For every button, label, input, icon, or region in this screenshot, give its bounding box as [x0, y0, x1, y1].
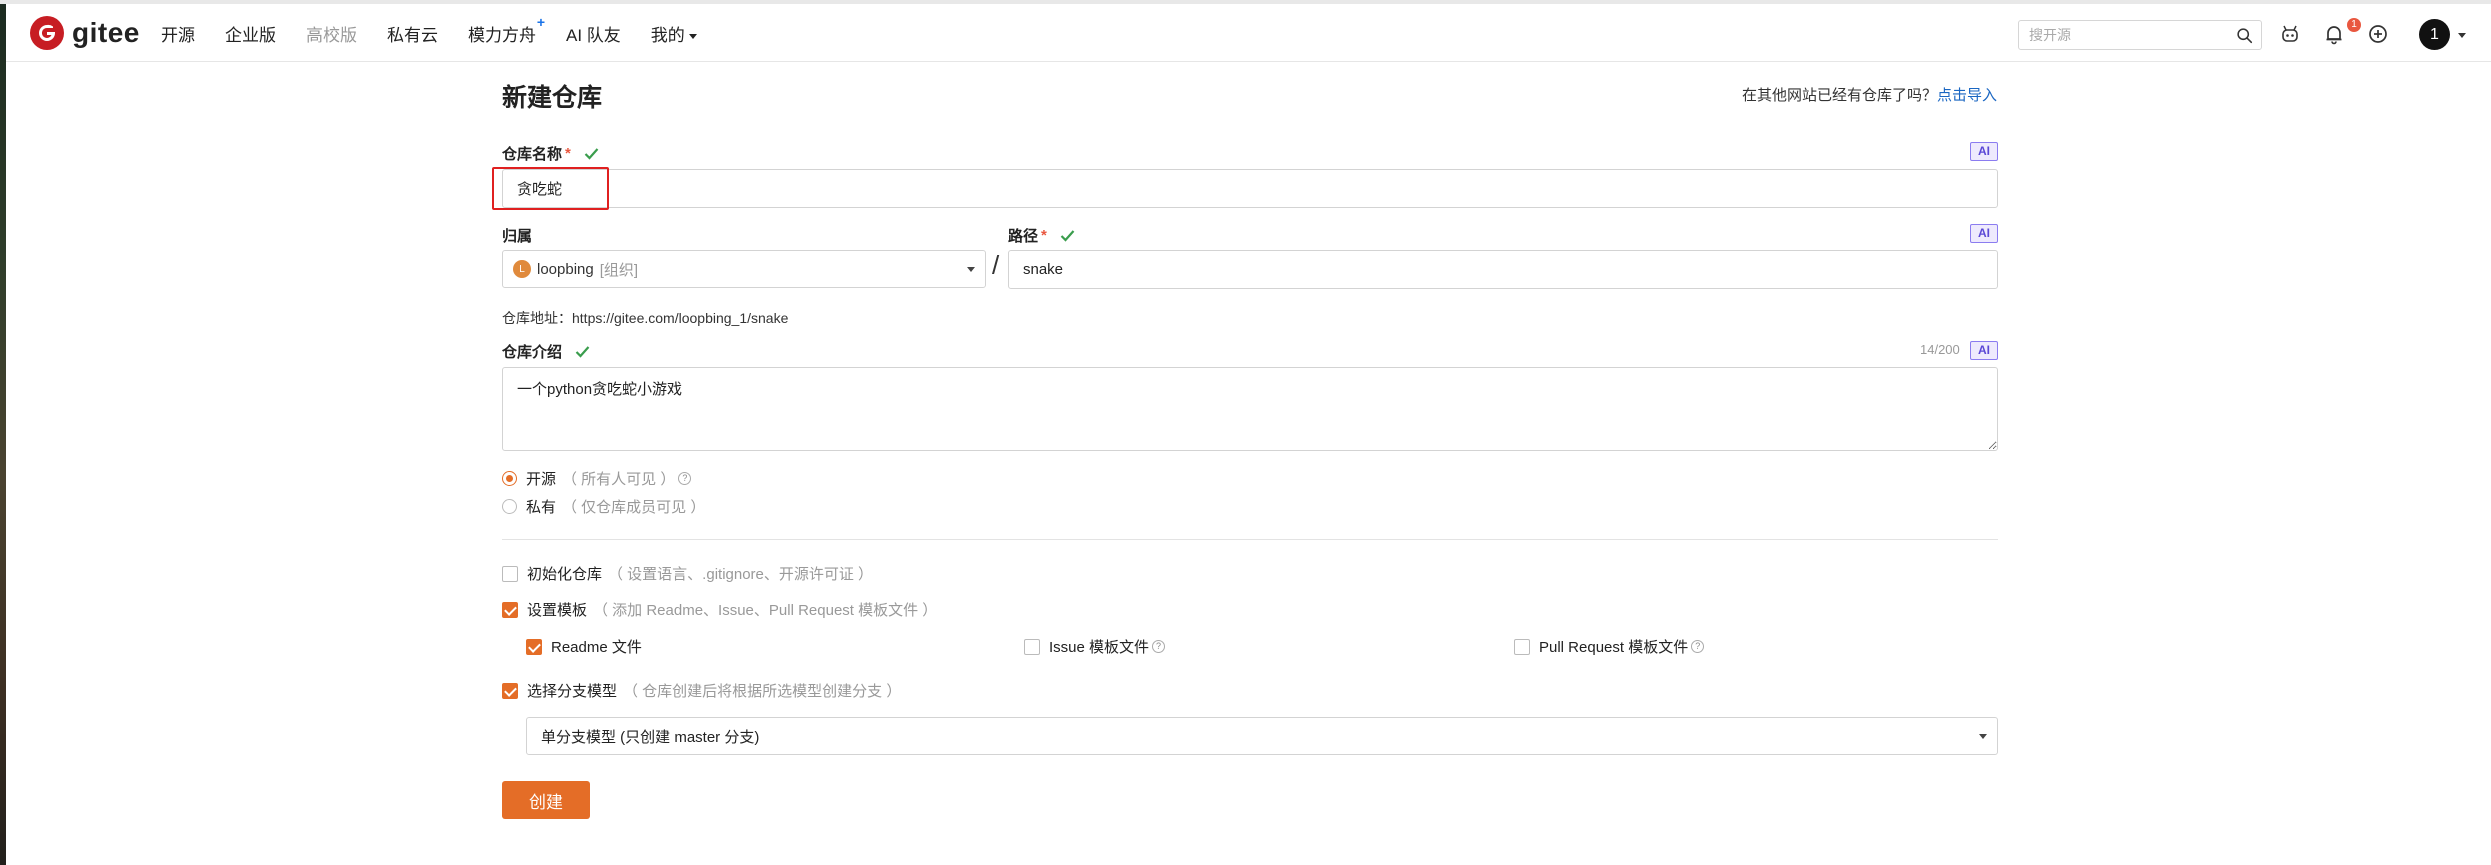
- owner-avatar: L: [513, 260, 531, 278]
- set-template-label: 设置模板: [527, 602, 588, 619]
- check-icon: [584, 148, 599, 160]
- pr-template-checkbox[interactable]: [1514, 638, 1530, 655]
- owner-select[interactable]: L loopbing [组织]: [502, 250, 986, 288]
- branch-model-label: 选择分支模型: [527, 683, 618, 700]
- init-repo-label: 初始化仓库: [527, 566, 603, 583]
- set-template-hint: （ 添加 Readme、Issue、Pull Request 模板文件 ）: [593, 602, 938, 619]
- set-template-checkbox[interactable]: [502, 601, 518, 618]
- readme-label: Readme 文件: [551, 639, 642, 656]
- gitee-logo-icon: [30, 16, 64, 50]
- radio-public[interactable]: [502, 471, 517, 486]
- branch-model-hint: （ 仓库创建后将根据所选模型创建分支 ）: [623, 683, 902, 700]
- issue-template-label: Issue 模板文件: [1049, 639, 1150, 656]
- required-mark: *: [1041, 227, 1047, 244]
- repo-address: 仓库地址：https://gitee.com/loopbing_1/snake: [502, 310, 789, 326]
- template-readme-option[interactable]: Readme 文件: [526, 636, 642, 657]
- nav-item-enterprise[interactable]: 企业版: [225, 21, 276, 46]
- visibility-private-hint: （ 仅仓库成员可见 ）: [562, 499, 706, 516]
- description-textarea[interactable]: 一个python贪吃蛇小游戏: [502, 367, 1998, 451]
- visibility-private-label: 私有: [526, 499, 557, 516]
- check-icon: [575, 346, 590, 358]
- nav-item-open-source[interactable]: 开源: [161, 21, 195, 46]
- readme-checkbox[interactable]: [526, 638, 542, 655]
- desktop-background-strip: [0, 0, 6, 865]
- repo-name-label-text: 仓库名称: [502, 146, 563, 163]
- nav-item-mine-label: 我的: [650, 25, 685, 45]
- init-repo-checkbox[interactable]: [502, 565, 518, 582]
- repo-name-label: 仓库名称 *: [502, 143, 599, 164]
- ai-assist-button[interactable]: AI: [1970, 341, 1998, 360]
- help-icon[interactable]: ?: [1152, 640, 1166, 653]
- nav-item-education[interactable]: 高校版: [306, 21, 357, 46]
- import-link[interactable]: 点击导入: [1937, 87, 1997, 104]
- branch-model-option[interactable]: 选择分支模型 （ 仓库创建后将根据所选模型创建分支 ）: [502, 680, 901, 701]
- top-navbar: gitee 开源 企业版 高校版 私有云 模力方舟+ AI 队友 我的 1 1: [6, 4, 2491, 62]
- pr-template-label: Pull Request 模板文件: [1539, 639, 1689, 656]
- nav-item-private-cloud[interactable]: 私有云: [387, 21, 438, 46]
- branch-model-select[interactable]: 单分支模型 (只创建 master 分支): [526, 717, 1998, 755]
- brand-name: gitee: [72, 17, 140, 48]
- path-separator: /: [992, 250, 1000, 280]
- highlight-annotation-box: [492, 167, 609, 210]
- new-badge-icon: +: [536, 13, 545, 30]
- owner-label: 归属: [502, 225, 532, 246]
- search-input[interactable]: [2019, 21, 2219, 49]
- required-mark: *: [565, 145, 571, 162]
- init-repo-hint: （ 设置语言、.gitignore、开源许可证 ）: [608, 566, 874, 583]
- visibility-option-public[interactable]: 开源 （ 所有人可见 ） ?: [502, 468, 692, 489]
- path-label-text: 路径: [1008, 228, 1039, 245]
- init-repo-option[interactable]: 初始化仓库 （ 设置语言、.gitignore、开源许可证 ）: [502, 563, 873, 584]
- owner-label-text: 归属: [502, 228, 533, 245]
- robot-icon[interactable]: [2279, 23, 2301, 45]
- visibility-public-hint: （ 所有人可见 ）: [562, 471, 676, 488]
- chevron-down-icon: [688, 33, 697, 39]
- template-pr-option[interactable]: Pull Request 模板文件 ?: [1514, 636, 1705, 657]
- ai-assist-button[interactable]: AI: [1970, 224, 1998, 243]
- page-title: 新建仓库: [502, 84, 603, 112]
- main-nav: 开源 企业版 高校版 私有云 模力方舟 + AI 队友 我的: [161, 4, 697, 62]
- owner-type-tag: [组织]: [599, 261, 639, 279]
- visibility-option-private[interactable]: 私有 （ 仅仓库成员可见 ）: [502, 496, 705, 517]
- plus-circle-icon[interactable]: [2367, 23, 2389, 45]
- import-hint: 在其他网站已经有仓库了吗？点击导入: [1742, 84, 1997, 105]
- repo-name-input[interactable]: [502, 169, 1998, 208]
- issue-template-checkbox[interactable]: [1024, 638, 1040, 655]
- gitee-logo[interactable]: gitee: [30, 16, 140, 50]
- set-template-option[interactable]: 设置模板 （ 添加 Readme、Issue、Pull Request 模板文件…: [502, 599, 937, 620]
- chevron-down-icon: [1979, 734, 1987, 739]
- template-issue-option[interactable]: Issue 模板文件 ?: [1024, 636, 1166, 657]
- ai-assist-button[interactable]: AI: [1970, 142, 1998, 161]
- radio-private[interactable]: [502, 499, 517, 514]
- bell-icon[interactable]: [2323, 23, 2345, 45]
- check-icon: [1060, 230, 1075, 242]
- path-label: 路径 *: [1008, 225, 1075, 246]
- nav-item-mine[interactable]: 我的: [651, 21, 697, 46]
- nav-item-moli-label: 模力方舟: [468, 25, 536, 45]
- help-icon[interactable]: ?: [1691, 640, 1705, 653]
- search-icon[interactable]: [2236, 27, 2253, 44]
- chevron-down-icon[interactable]: [2458, 33, 2466, 38]
- help-icon[interactable]: ?: [678, 472, 692, 485]
- branch-model-checkbox[interactable]: [502, 682, 518, 699]
- description-label-text: 仓库介绍: [502, 344, 563, 361]
- visibility-public-label: 开源: [526, 471, 557, 488]
- description-char-count: 14/200: [1920, 342, 1960, 357]
- path-input[interactable]: [1008, 250, 1998, 289]
- owner-name: loopbing: [537, 260, 594, 278]
- search-box: [2018, 20, 2262, 50]
- branch-model-selected: 单分支模型 (只创建 master 分支): [541, 728, 760, 746]
- user-avatar[interactable]: 1: [2419, 19, 2450, 50]
- create-button[interactable]: 创建: [502, 781, 590, 819]
- import-hint-text: 在其他网站已经有仓库了吗？: [1741, 87, 1937, 104]
- nav-item-moli-fangzhou[interactable]: 模力方舟 +: [468, 14, 545, 46]
- notification-count-badge: 1: [2347, 18, 2361, 32]
- section-divider: [502, 539, 1998, 540]
- nav-item-ai-teammate[interactable]: AI 队友: [566, 21, 621, 46]
- chevron-down-icon: [967, 267, 975, 272]
- description-label: 仓库介绍: [502, 341, 590, 362]
